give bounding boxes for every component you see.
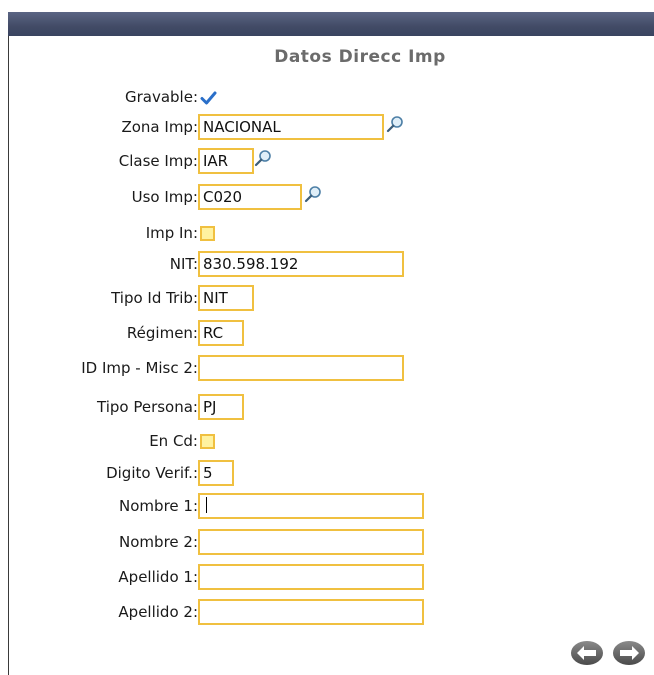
uso-imp-label: Uso Imp:	[131, 188, 198, 206]
apellido2-label: Apellido 2:	[118, 603, 198, 621]
apellido1-label: Apellido 1:	[118, 568, 198, 586]
page: Datos Direcc Imp Gravable: Zona Imp: Cla…	[0, 0, 654, 675]
tipo-id-trib-label: Tipo Id Trib:	[111, 289, 198, 307]
previous-button[interactable]	[570, 640, 604, 666]
clase-imp-row: Clase Imp:	[0, 148, 654, 176]
title-bar	[8, 12, 654, 36]
tipo-persona-row: Tipo Persona:	[0, 394, 654, 422]
gravable-checkbox[interactable]	[200, 90, 217, 105]
en-cd-label: En Cd:	[149, 432, 198, 450]
nombre2-field[interactable]	[198, 529, 424, 555]
apellido1-row: Apellido 1:	[0, 564, 654, 592]
zona-imp-label: Zona Imp:	[121, 118, 198, 136]
en-cd-checkbox[interactable]	[200, 434, 215, 449]
nit-field[interactable]	[198, 251, 404, 277]
digito-verif-row: Digito Verif.:	[0, 460, 654, 488]
nombre2-label: Nombre 2:	[119, 533, 198, 551]
gravable-row: Gravable:	[0, 84, 654, 112]
clase-imp-lookup-icon[interactable]	[254, 149, 272, 167]
id-imp-misc2-label: ID Imp - Misc 2:	[81, 359, 198, 377]
clase-imp-label: Clase Imp:	[118, 152, 198, 170]
regimen-label: Régimen:	[126, 324, 198, 342]
checkmark-icon	[200, 91, 217, 105]
regimen-row: Régimen:	[0, 320, 654, 348]
nombre1-label: Nombre 1:	[119, 497, 198, 515]
tipo-persona-label: Tipo Persona:	[97, 398, 198, 416]
uso-imp-row: Uso Imp:	[0, 184, 654, 212]
regimen-field[interactable]	[198, 320, 244, 346]
digito-verif-label: Digito Verif.:	[106, 464, 198, 482]
apellido2-row: Apellido 2:	[0, 599, 654, 627]
tipo-id-trib-row: Tipo Id Trib:	[0, 285, 654, 313]
zona-imp-field[interactable]	[198, 114, 384, 140]
nombre1-row: Nombre 1:	[0, 493, 654, 521]
nombre2-row: Nombre 2:	[0, 529, 654, 557]
uso-imp-field[interactable]	[198, 184, 302, 210]
apellido1-field[interactable]	[198, 564, 424, 590]
imp-in-label: Imp In:	[145, 224, 198, 242]
en-cd-row: En Cd:	[0, 428, 654, 456]
digito-verif-field[interactable]	[198, 460, 234, 486]
next-button[interactable]	[612, 640, 646, 666]
uso-imp-lookup-icon[interactable]	[304, 185, 322, 203]
clase-imp-field[interactable]	[198, 148, 254, 174]
zona-imp-lookup-icon[interactable]	[386, 115, 404, 133]
gravable-label: Gravable:	[124, 88, 198, 106]
page-title: Datos Direcc Imp	[274, 47, 446, 67]
zona-imp-row: Zona Imp:	[0, 114, 654, 142]
nombre1-field[interactable]	[198, 493, 424, 519]
imp-in-row: Imp In:	[0, 220, 654, 248]
id-imp-misc2-field[interactable]	[198, 355, 404, 381]
tipo-persona-field[interactable]	[198, 394, 244, 420]
nit-label: NIT:	[169, 255, 198, 273]
id-imp-misc2-row: ID Imp - Misc 2:	[0, 355, 654, 383]
imp-in-checkbox[interactable]	[200, 226, 215, 241]
tipo-id-trib-field[interactable]	[198, 285, 254, 311]
nit-row: NIT:	[0, 251, 654, 279]
apellido2-field[interactable]	[198, 599, 424, 625]
text-cursor	[206, 497, 207, 513]
